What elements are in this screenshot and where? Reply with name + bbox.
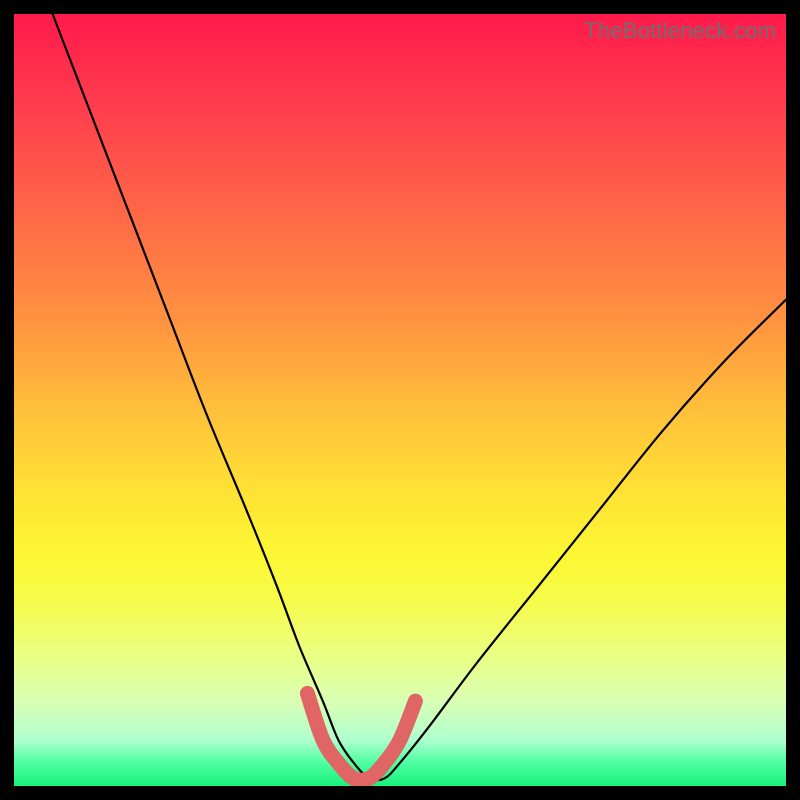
sweet-spot-band-path bbox=[307, 693, 415, 780]
plot-area: TheBottleneck.com bbox=[14, 14, 786, 786]
bottleneck-curve-path bbox=[53, 14, 786, 780]
chart-overlay bbox=[14, 14, 786, 786]
chart-frame: TheBottleneck.com bbox=[0, 0, 800, 800]
